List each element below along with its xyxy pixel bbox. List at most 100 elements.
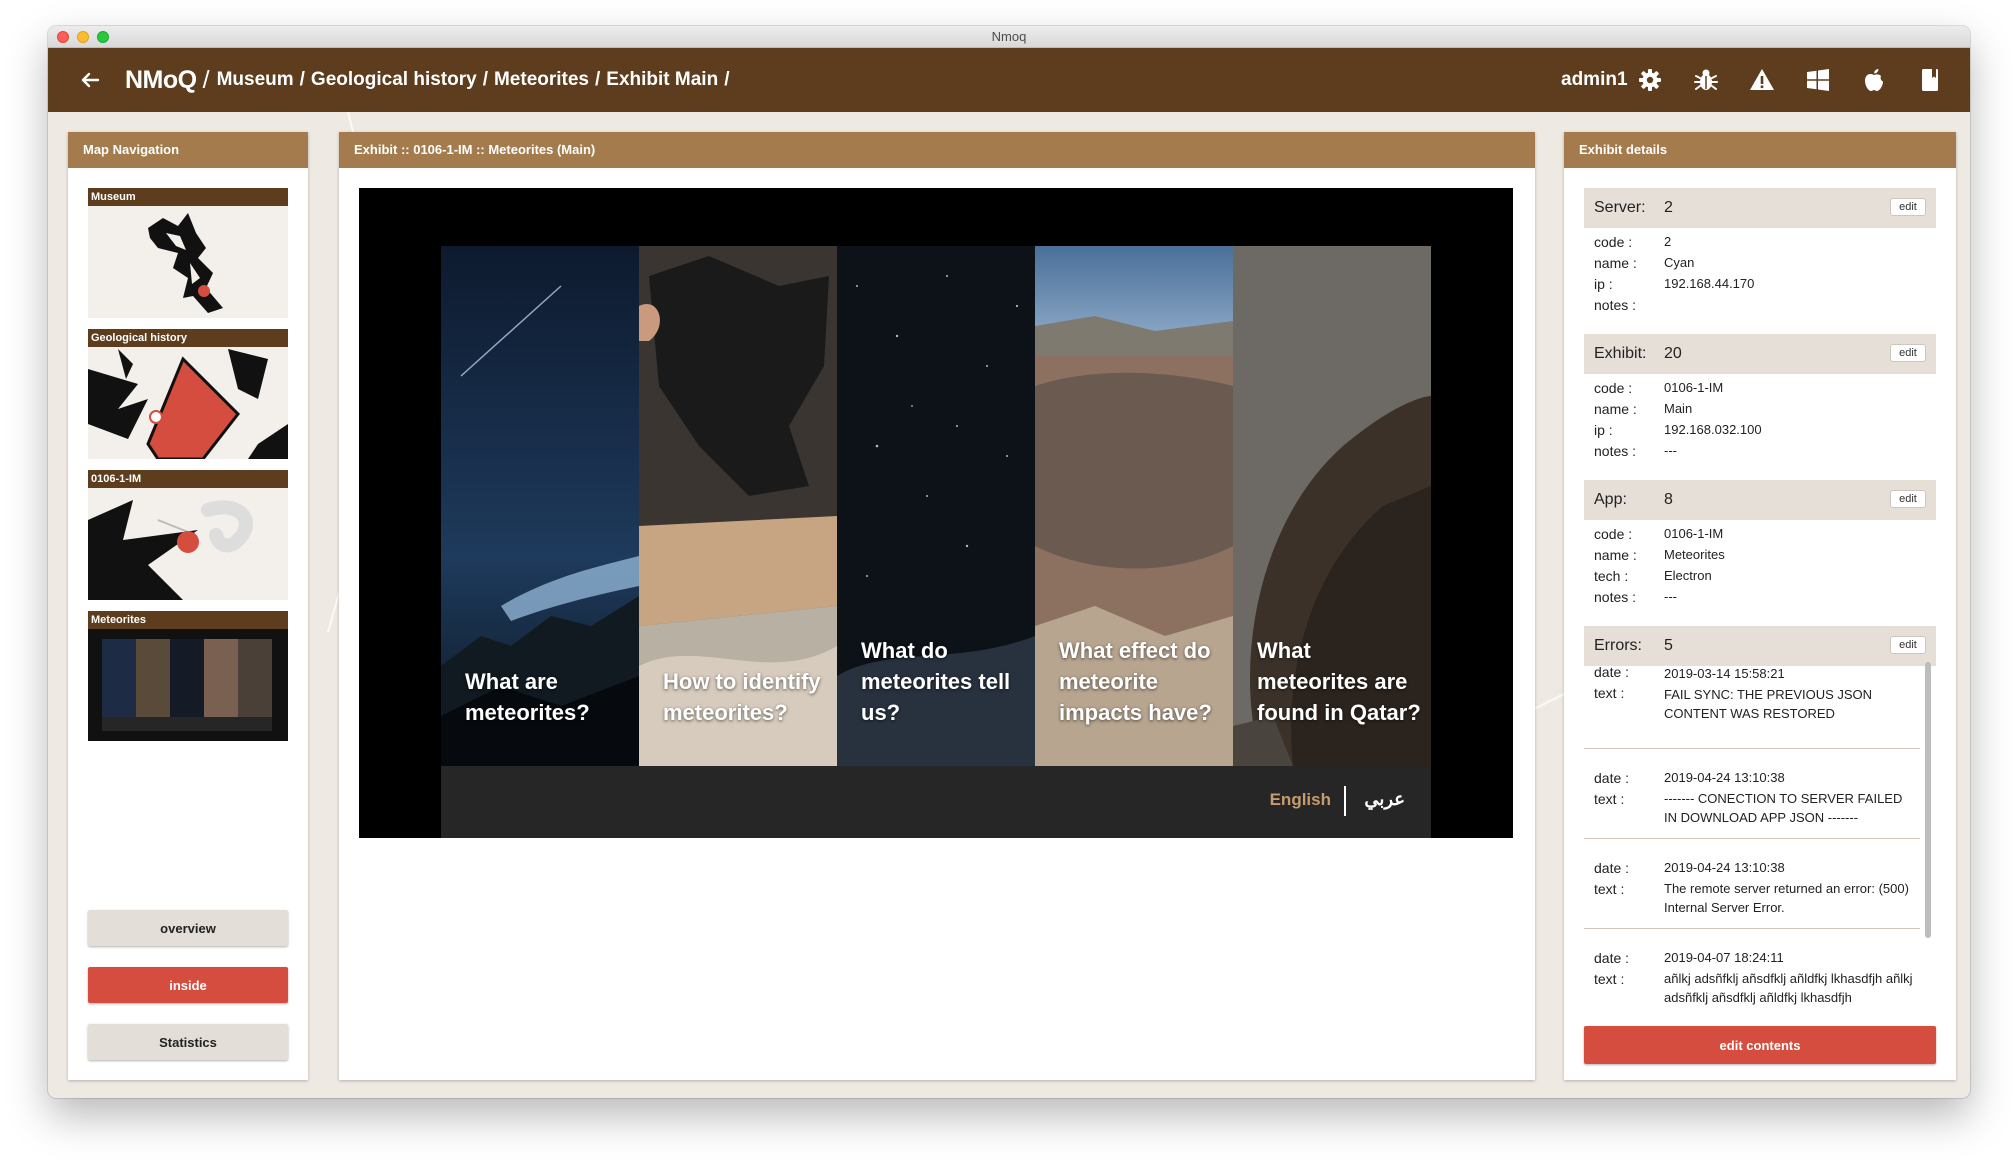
slide-title: What do meteorites tell us?: [861, 638, 1011, 725]
error-date-label: date :: [1594, 950, 1630, 966]
detail-value: 192.168.032.100: [1664, 422, 1762, 437]
map-thumb-meteorites[interactable]: Meteorites: [88, 611, 288, 741]
slide-strip: What are meteorites? How to identify met…: [441, 246, 1431, 766]
detail-key: code :: [1594, 380, 1633, 396]
detail-key: code :: [1594, 234, 1633, 250]
error-text-label: text :: [1594, 881, 1625, 897]
slide-meteorite-impacts[interactable]: What effect do meteorite impacts have?: [1035, 246, 1233, 766]
language-english-button[interactable]: English: [1270, 790, 1331, 810]
gear-icon[interactable]: [1636, 66, 1664, 94]
section-value: 20: [1664, 345, 1682, 362]
breadcrumb-separator: /: [595, 69, 601, 90]
detail-key: ip :: [1594, 422, 1613, 438]
inside-button[interactable]: inside: [88, 967, 288, 1003]
detail-key: name :: [1594, 401, 1637, 417]
exhibit-details-panel: Exhibit details Server: 2 edit code : 2 …: [1564, 132, 1956, 1080]
error-item: date : 2019-04-24 13:10:38 text : ------…: [1584, 750, 1920, 839]
zoom-window-button[interactable]: [97, 31, 109, 43]
exhibit-map-image: [88, 500, 253, 600]
detail-key: ip :: [1594, 276, 1613, 292]
apple-icon[interactable]: [1860, 66, 1888, 94]
language-arabic-button[interactable]: عربي: [1364, 789, 1405, 810]
panel-title: Map Navigation: [68, 132, 308, 168]
app-section-header: App: 8 edit: [1584, 480, 1936, 520]
error-date: 2019-04-07 18:24:11: [1664, 950, 1784, 965]
close-window-button[interactable]: [57, 31, 69, 43]
errors-scrollbar-thumb[interactable]: [1925, 662, 1931, 938]
detail-value: Electron: [1664, 568, 1712, 583]
detail-key: notes :: [1594, 297, 1637, 313]
detail-value: Meteorites: [1664, 547, 1725, 562]
museum-map-image: [148, 213, 223, 313]
detail-value: Main: [1664, 401, 1693, 416]
edit-server-button[interactable]: edit: [1890, 198, 1926, 216]
statistics-button[interactable]: Statistics: [88, 1024, 288, 1060]
detail-value: ---: [1664, 589, 1677, 604]
error-text: ------- CONECTION TO SERVER FAILED IN DO…: [1664, 791, 1903, 825]
edit-app-button[interactable]: edit: [1890, 490, 1926, 508]
detail-key: notes :: [1594, 443, 1637, 459]
edit-exhibit-button[interactable]: edit: [1890, 344, 1926, 362]
section-label: Server:: [1594, 199, 1646, 216]
map-thumb-museum[interactable]: Museum: [88, 188, 288, 318]
breadcrumb-museum[interactable]: Museum: [217, 69, 294, 91]
errors-list[interactable]: date : 2019-03-14 15:58:21 text : FAIL S…: [1584, 660, 1936, 1012]
error-item: date : 2019-03-14 15:58:21 text : FAIL S…: [1584, 660, 1920, 749]
windows-icon[interactable]: [1804, 66, 1832, 94]
detail-value: 192.168.44.170: [1664, 276, 1755, 291]
edit-contents-button[interactable]: edit contents: [1584, 1026, 1936, 1064]
bug-icon[interactable]: [1692, 66, 1720, 94]
breadcrumb-separator: /: [299, 69, 305, 90]
slide-meteorites-in-qatar[interactable]: What meteorites are found in Qatar?: [1233, 246, 1431, 766]
map-thumb-geological-history[interactable]: Geological history: [88, 329, 288, 459]
slide-what-are-meteorites[interactable]: What are meteorites?: [441, 246, 639, 766]
map-navigation-panel: Map Navigation Museum Geological history…: [68, 132, 308, 1080]
breadcrumb-brand[interactable]: NMoQ: [125, 66, 197, 95]
breadcrumb-separator: /: [202, 65, 210, 94]
section-label: App:: [1594, 491, 1627, 508]
overview-button[interactable]: overview: [88, 910, 288, 946]
slide-how-to-identify[interactable]: How to identify meteorites?: [639, 246, 837, 766]
breadcrumb-exhibit-main[interactable]: Exhibit Main: [606, 69, 718, 91]
slide-what-do-meteorites-tell[interactable]: What do meteorites tell us?: [837, 246, 1035, 766]
language-divider: [1344, 786, 1346, 816]
map-thumb-0106-1-im[interactable]: 0106-1-IM: [88, 470, 288, 600]
back-arrow-icon[interactable]: [78, 68, 102, 92]
slide-title: What effect do meteorite impacts have?: [1059, 638, 1212, 725]
error-text-label: text :: [1594, 685, 1625, 701]
warning-icon[interactable]: [1748, 66, 1776, 94]
error-date: 2019-04-24 13:10:38: [1664, 860, 1785, 875]
detail-value: 0106-1-IM: [1664, 380, 1724, 395]
breadcrumb-separator: /: [724, 69, 730, 90]
language-bar: English عربي: [441, 766, 1431, 838]
username-label[interactable]: admin1: [1561, 48, 1628, 112]
book-icon[interactable]: [1916, 66, 1944, 94]
meteorites-preview-image: [102, 639, 272, 731]
detail-value: 2: [1664, 234, 1672, 249]
minimize-window-button[interactable]: [77, 31, 89, 43]
exhibit-section-header: Exhibit: 20 edit: [1584, 334, 1936, 374]
slide-title: What meteorites are found in Qatar?: [1257, 638, 1421, 725]
error-date: 2019-03-14 15:58:21: [1664, 666, 1785, 681]
section-value: 2: [1664, 199, 1673, 216]
error-date-label: date :: [1594, 770, 1630, 786]
title-bar[interactable]: Nmoq: [48, 26, 1970, 48]
detail-key: notes :: [1594, 589, 1637, 605]
detail-key: tech :: [1594, 568, 1629, 584]
slide-title: What are meteorites?: [465, 669, 590, 725]
window-title: Nmoq: [991, 29, 1027, 44]
thumb-label: Meteorites: [88, 611, 288, 629]
breadcrumb-meteorites[interactable]: Meteorites: [494, 69, 589, 91]
thumb-label: 0106-1-IM: [88, 470, 288, 488]
panel-title: Exhibit details: [1564, 132, 1956, 168]
error-text: añlkj adsñfklj añsdfklj añldfkj lkhasdfj…: [1664, 971, 1913, 1005]
section-value: 5: [1664, 637, 1673, 654]
edit-errors-button[interactable]: edit: [1890, 636, 1926, 654]
panel-title: Exhibit :: 0106-1-IM :: Meteorites (Main…: [339, 132, 1535, 168]
detail-key: name :: [1594, 255, 1637, 271]
section-value: 8: [1664, 491, 1673, 508]
breadcrumb-separator: /: [482, 69, 488, 90]
error-text: FAIL SYNC: THE PREVIOUS JSON CONTENT WAS…: [1664, 687, 1873, 721]
exhibit-screen-preview: What are meteorites? How to identify met…: [359, 188, 1513, 838]
breadcrumb-geological-history[interactable]: Geological history: [311, 69, 477, 91]
